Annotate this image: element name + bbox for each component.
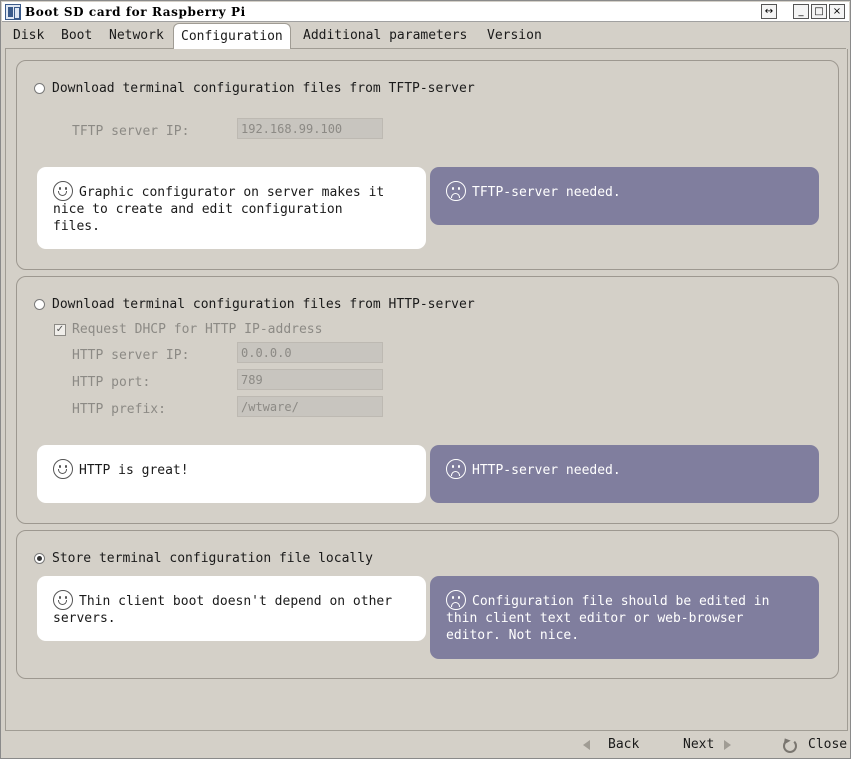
close-button[interactable]: Close	[782, 737, 848, 753]
next-label: Next	[683, 737, 715, 752]
tab-bar: Disk Boot Network Configuration Addition…	[5, 23, 846, 49]
resize-button[interactable]: ↔	[761, 4, 777, 19]
arrow-right-icon	[724, 739, 732, 750]
http-ip-label: HTTP server IP:	[72, 348, 190, 363]
close-label: Close	[808, 737, 848, 752]
undo-close-icon	[782, 738, 797, 753]
local-con-text: Configuration file should be edited in t…	[446, 594, 770, 643]
http-port-field[interactable]: 789	[237, 369, 383, 390]
http-pro-text: HTTP is great!	[79, 463, 189, 478]
tftp-option-label: Download terminal configuration files fr…	[52, 81, 475, 96]
happy-face-icon	[53, 181, 73, 201]
back-button[interactable]: Back	[583, 737, 639, 752]
http-ip-field[interactable]: 0.0.0.0	[237, 342, 383, 363]
happy-face-icon	[53, 590, 73, 610]
tftp-radio[interactable]	[34, 83, 45, 94]
local-radio[interactable]	[34, 553, 45, 564]
tftp-pro-text: Graphic configurator on server makes it …	[53, 185, 385, 234]
local-con-card: Configuration file should be edited in t…	[430, 576, 819, 659]
window-controls: ↔ _ □ ×	[759, 4, 845, 19]
tab-network[interactable]: Network	[105, 23, 168, 48]
arrow-left-icon	[583, 739, 590, 750]
sad-face-icon	[446, 181, 466, 201]
tftp-con-text: TFTP-server needed.	[472, 185, 621, 200]
tab-version[interactable]: Version	[483, 23, 546, 48]
app-icon	[5, 3, 21, 20]
sad-face-icon	[446, 459, 466, 479]
http-prefix-field[interactable]: /wtware/	[237, 396, 383, 417]
footer-bar: Back Next Close	[5, 731, 848, 759]
http-option-label: Download terminal configuration files fr…	[52, 297, 475, 312]
tftp-ip-field[interactable]: 192.168.99.100	[237, 118, 383, 139]
minimize-button[interactable]: _	[793, 4, 809, 19]
local-group: Store terminal configuration file locall…	[16, 530, 839, 679]
tab-boot[interactable]: Boot	[57, 23, 96, 48]
http-port-label: HTTP port:	[72, 375, 151, 390]
dhcp-checkbox[interactable]: ✓	[54, 323, 66, 336]
http-option[interactable]: Download terminal configuration files fr…	[34, 297, 475, 312]
title-bar[interactable]: Boot SD card for Raspberry Pi ↔ _ □ ×	[2, 2, 849, 22]
dhcp-label: Request DHCP for HTTP IP-address	[72, 322, 323, 337]
http-pro-card: HTTP is great!	[37, 445, 426, 503]
http-con-text: HTTP-server needed.	[472, 463, 621, 478]
happy-face-icon	[53, 459, 73, 479]
tftp-option[interactable]: Download terminal configuration files fr…	[34, 81, 475, 96]
window-title: Boot SD card for Raspberry Pi	[25, 4, 246, 19]
tab-configuration[interactable]: Configuration	[173, 23, 291, 49]
local-pro-card: Thin client boot doesn't depend on other…	[37, 576, 426, 641]
tftp-pro-card: Graphic configurator on server makes it …	[37, 167, 426, 249]
dhcp-option[interactable]: ✓ Request DHCP for HTTP IP-address	[54, 322, 322, 337]
next-button[interactable]: Next	[683, 737, 732, 752]
local-pro-text: Thin client boot doesn't depend on other…	[53, 594, 393, 626]
tab-disk[interactable]: Disk	[9, 23, 48, 48]
app-window: Boot SD card for Raspberry Pi ↔ _ □ × Di…	[0, 0, 851, 759]
tab-additional-parameters[interactable]: Additional parameters	[299, 23, 471, 48]
sad-face-icon	[446, 590, 466, 610]
http-radio[interactable]	[34, 299, 45, 310]
local-option[interactable]: Store terminal configuration file locall…	[34, 551, 373, 566]
tftp-con-card: TFTP-server needed.	[430, 167, 819, 225]
configuration-panel: Download terminal configuration files fr…	[5, 49, 848, 731]
maximize-button[interactable]: □	[811, 4, 827, 19]
http-prefix-label: HTTP prefix:	[72, 402, 166, 417]
local-option-label: Store terminal configuration file locall…	[52, 551, 373, 566]
window-close-button[interactable]: ×	[829, 4, 845, 19]
http-group: Download terminal configuration files fr…	[16, 276, 839, 524]
http-con-card: HTTP-server needed.	[430, 445, 819, 503]
tftp-ip-label: TFTP server IP:	[72, 124, 190, 139]
tftp-group: Download terminal configuration files fr…	[16, 60, 839, 270]
back-label: Back	[608, 737, 640, 752]
